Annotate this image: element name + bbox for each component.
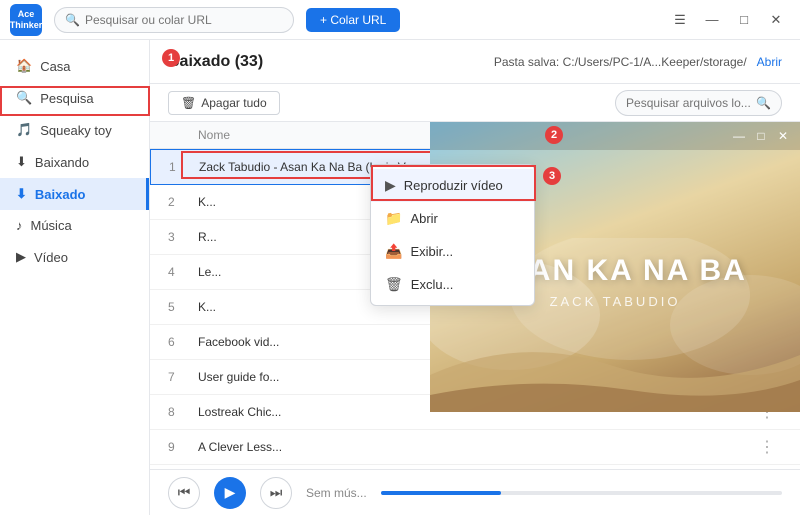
delete-icon: 🗑 — [385, 276, 403, 293]
track-label: Sem mús... — [306, 486, 367, 500]
baixado-icon: ⬇ — [16, 186, 27, 202]
sidebar-label-video: Vídeo — [34, 250, 68, 265]
ctx-play-label: Reproduzir vídeo — [404, 178, 503, 193]
ctx-delete-label: Exclu... — [411, 277, 454, 292]
row-num: 8 — [168, 405, 198, 419]
table-row[interactable]: 10 THE SEED // L... ⋮ — [150, 465, 800, 469]
search-bar[interactable]: 🔍 — [54, 7, 294, 33]
ctx-show-label: Exibir... — [410, 244, 453, 259]
squeaky-icon: 🎵 — [16, 122, 32, 138]
row-num: 5 — [168, 300, 198, 314]
content-header: Baixado (33) Pasta salva: C:/Users/PC-1/… — [150, 40, 800, 84]
annotation-badge-3: 3 — [543, 167, 561, 185]
window-controls: ☰ — □ ✕ — [666, 8, 790, 32]
sidebar-item-baixando[interactable]: ⬇ Baixando — [0, 146, 149, 178]
sidebar-label-casa: Casa — [40, 59, 70, 74]
ctx-open[interactable]: 📁 Abrir — [371, 202, 534, 235]
ctx-open-label: Abrir — [410, 211, 437, 226]
page-title: Baixado (33) — [168, 53, 263, 71]
row-num: 9 — [168, 440, 198, 454]
main-layout: 🏠 Casa 🔍 Pesquisa 🎵 Squeaky toy ⬇ Baixan… — [0, 40, 800, 515]
colar-url-button[interactable]: + Colar URL — [306, 8, 400, 32]
row-num: 6 — [168, 335, 198, 349]
row-name: A Clever Less... — [198, 440, 442, 454]
url-search-input[interactable] — [85, 13, 283, 27]
play-icon: ▶ — [385, 177, 396, 194]
storage-path: Pasta salva: C:/Users/PC-1/A...Keeper/st… — [494, 55, 747, 69]
next-track-button[interactable]: ⏭ — [260, 477, 292, 509]
export-icon: 📤 — [385, 243, 402, 260]
trash-icon: 🗑 — [181, 96, 196, 110]
row-num: 1 — [169, 160, 199, 174]
row-more-icon[interactable]: ⋮ — [752, 437, 782, 457]
delete-all-label: Apagar tudo — [201, 96, 266, 110]
row-num: 2 — [168, 195, 198, 209]
sidebar-label-squeaky: Squeaky toy — [40, 123, 112, 138]
row-num: 4 — [168, 265, 198, 279]
maximize-button[interactable]: □ — [730, 8, 758, 32]
sidebar-item-baixado[interactable]: ⬇ Baixado — [0, 178, 149, 210]
sidebar-item-video[interactable]: ▶ Vídeo — [0, 241, 149, 273]
sidebar-item-casa[interactable]: 🏠 Casa — [0, 50, 149, 82]
annotation-badge-1: 1 — [162, 49, 180, 67]
context-menu: ▶ Reproduzir vídeo 📁 Abrir 📤 Exibir... 🗑… — [370, 164, 535, 306]
abrir-link[interactable]: Abrir — [757, 55, 782, 69]
bottom-bar: ⏮ ▶ ⏭ Sem mús... — [150, 469, 800, 515]
storage-info: Pasta salva: C:/Users/PC-1/A...Keeper/st… — [494, 55, 782, 69]
ctx-delete[interactable]: 🗑 Exclu... — [371, 268, 534, 301]
ctx-show[interactable]: 📤 Exibir... — [371, 235, 534, 268]
sidebar-label-musica: Música — [31, 218, 72, 233]
pesquisa-icon: 🔍 — [16, 90, 32, 106]
close-button[interactable]: ✕ — [762, 8, 790, 32]
search-files-icon: 🔍 — [756, 96, 771, 110]
sidebar-item-musica[interactable]: ♪ Música — [0, 210, 149, 241]
row-num: 7 — [168, 370, 198, 384]
row-name: Facebook vid... — [198, 335, 442, 349]
casa-icon: 🏠 — [16, 58, 32, 74]
col-name: Nome — [198, 128, 442, 142]
titlebar: AceThinker 🔍 + Colar URL ☰ — □ ✕ — [0, 0, 800, 40]
app-logo: AceThinker — [10, 4, 42, 36]
col-num — [168, 128, 198, 142]
search-files[interactable]: 🔍 — [615, 90, 782, 116]
folder-open-icon: 📁 — [385, 210, 402, 227]
sidebar: 🏠 Casa 🔍 Pesquisa 🎵 Squeaky toy ⬇ Baixan… — [0, 40, 150, 515]
content-area: Baixado (33) Pasta salva: C:/Users/PC-1/… — [150, 40, 800, 515]
menu-button[interactable]: ☰ — [666, 8, 694, 32]
annotation-badge-2: 2 — [545, 126, 563, 144]
media-progress-bar[interactable] — [381, 491, 782, 495]
video-titlebar: — □ ✕ — [430, 122, 800, 150]
video-minimize-button[interactable]: — — [728, 126, 750, 146]
media-progress-fill — [381, 491, 501, 495]
search-icon: 🔍 — [65, 13, 80, 27]
ctx-play-video[interactable]: ▶ Reproduzir vídeo — [371, 169, 534, 202]
sidebar-item-squeaky[interactable]: 🎵 Squeaky toy — [0, 114, 149, 146]
baixando-icon: ⬇ — [16, 154, 27, 170]
table-row[interactable]: 9 A Clever Less... ⋮ — [150, 430, 800, 465]
musica-icon: ♪ — [16, 218, 23, 233]
row-name: Lostreak Chic... — [198, 405, 442, 419]
toolbar: 🗑 Apagar tudo 🔍 — [150, 84, 800, 122]
app-name: AceThinker — [10, 9, 43, 31]
row-num: 3 — [168, 230, 198, 244]
row-name: User guide fo... — [198, 370, 442, 384]
video-icon: ▶ — [16, 249, 26, 265]
video-close-button[interactable]: ✕ — [772, 126, 794, 146]
sidebar-label-pesquisa: Pesquisa — [40, 91, 93, 106]
sidebar-item-pesquisa[interactable]: 🔍 Pesquisa — [0, 82, 149, 114]
play-button[interactable]: ▶ — [214, 477, 246, 509]
delete-all-button[interactable]: 🗑 Apagar tudo — [168, 91, 280, 115]
search-files-input[interactable] — [626, 96, 756, 110]
sidebar-label-baixado: Baixado — [35, 187, 86, 202]
prev-track-button[interactable]: ⏮ — [168, 477, 200, 509]
file-table: Nome Formato Tamanho Data 1 Zack Tabudio… — [150, 122, 800, 469]
video-maximize-button[interactable]: □ — [750, 126, 772, 146]
colar-url-label: + Colar URL — [320, 13, 386, 27]
minimize-button[interactable]: — — [698, 8, 726, 32]
sidebar-label-baixando: Baixando — [35, 155, 89, 170]
